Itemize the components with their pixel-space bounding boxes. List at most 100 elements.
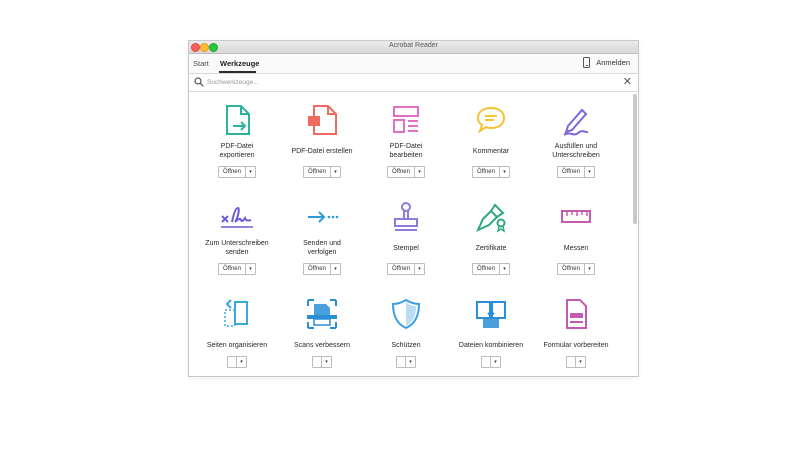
dropdown-arrow-icon[interactable]: ▾ <box>583 264 594 274</box>
enhance-scans-icon <box>307 299 337 329</box>
close-icon[interactable]: ✕ <box>623 77 632 88</box>
open-tool-button[interactable]: Öffnen ▾ <box>557 263 595 275</box>
open-tool-button-label: Öffnen <box>392 266 410 272</box>
certificate-icon <box>475 203 506 233</box>
dropdown-arrow-icon[interactable]: ▾ <box>413 167 424 177</box>
tool-card[interactable]: Scans verbessern ▾ <box>279 296 365 372</box>
signin-label: Anmelden <box>596 58 630 67</box>
open-tool-button[interactable]: Öffnen ▾ <box>557 166 595 178</box>
tool-card[interactable]: Schützen ▾ <box>363 296 449 372</box>
open-tool-button-label: Öffnen <box>308 169 326 175</box>
tool-label: Zum Unterschreiben senden <box>205 240 269 256</box>
dropdown-arrow-icon[interactable]: ▾ <box>413 264 424 274</box>
combine-files-icon <box>476 301 506 328</box>
tab-bar: Start Werkzeuge Anmelden <box>189 54 638 74</box>
open-tool-button[interactable]: ▾ <box>396 356 416 368</box>
dropdown-arrow-icon[interactable]: ▾ <box>583 167 594 177</box>
dropdown-arrow-icon[interactable]: ▾ <box>329 264 340 274</box>
open-tool-button-label: Öffnen <box>223 266 241 272</box>
tool-label: Senden und verfolgen <box>303 240 341 256</box>
phone-icon <box>583 57 591 68</box>
open-tool-button[interactable]: ▾ <box>227 356 247 368</box>
tool-card[interactable]: Zertifikate Öffnen ▾ <box>448 199 534 275</box>
dropdown-arrow-icon[interactable]: ▾ <box>236 357 246 367</box>
open-tool-button-label: Öffnen <box>223 169 241 175</box>
tool-card[interactable]: Messen Öffnen ▾ <box>533 199 619 275</box>
send-for-signature-icon <box>221 206 253 228</box>
dropdown-arrow-icon[interactable]: ▾ <box>498 264 509 274</box>
tool-card[interactable]: Zum Unterschreiben senden Öffnen ▾ <box>194 199 280 275</box>
tab-werkzeuge[interactable]: Werkzeuge <box>220 59 259 68</box>
title-bar: Acrobat Reader <box>189 41 638 54</box>
tool-label: Stempel <box>393 244 419 252</box>
tool-card[interactable]: PDF-Datei erstellen Öffnen ▾ <box>279 102 365 178</box>
measure-icon <box>561 210 591 223</box>
comment-icon <box>476 106 506 134</box>
open-tool-button-label <box>482 357 490 367</box>
tool-label: PDF-Datei bearbeiten <box>389 143 423 159</box>
signin-button[interactable]: Anmelden <box>583 57 630 68</box>
tool-label: Schützen <box>391 341 421 349</box>
open-tool-button-label: Öffnen <box>562 169 580 175</box>
open-tool-button-label: Öffnen <box>308 266 326 272</box>
tool-label: Seiten organisieren <box>206 341 268 349</box>
tool-label: Dateien kombinieren <box>458 341 524 349</box>
tool-card[interactable]: Dateien kombinieren ▾ <box>448 296 534 372</box>
stamp-icon <box>394 202 418 231</box>
open-tool-button-label: Öffnen <box>477 266 495 272</box>
dropdown-arrow-icon[interactable]: ▾ <box>405 357 415 367</box>
tool-label: PDF-Datei erstellen <box>291 147 353 155</box>
dropdown-arrow-icon[interactable]: ▾ <box>244 264 255 274</box>
open-tool-button[interactable]: Öffnen ▾ <box>218 166 256 178</box>
open-tool-button[interactable]: Öffnen ▾ <box>472 166 510 178</box>
search-bar: ✕ <box>189 74 638 92</box>
open-tool-button[interactable]: Öffnen ▾ <box>303 166 341 178</box>
scrollbar-thumb[interactable] <box>633 94 637 224</box>
organize-pages-icon <box>224 299 248 327</box>
app-window: Acrobat Reader Start Werkzeuge Anmelden … <box>189 41 638 376</box>
open-tool-button-label: Öffnen <box>562 266 580 272</box>
tool-card[interactable]: Formular vorbereiten ▾ <box>533 296 619 372</box>
open-tool-button[interactable]: ▾ <box>481 356 501 368</box>
tool-label: Formular vorbereiten <box>543 341 609 349</box>
tool-card[interactable]: PDF-Datei bearbeiten Öffnen ▾ <box>363 102 449 178</box>
fill-sign-icon <box>563 108 589 136</box>
open-tool-button-label: Öffnen <box>392 169 410 175</box>
open-tool-button[interactable]: Öffnen ▾ <box>387 166 425 178</box>
tool-label: Kommentar <box>472 147 510 155</box>
open-tool-button[interactable]: Öffnen ▾ <box>387 263 425 275</box>
tool-card[interactable]: Stempel Öffnen ▾ <box>363 199 449 275</box>
tool-card[interactable]: Seiten organisieren ▾ <box>194 296 280 372</box>
create-pdf-icon <box>308 105 337 135</box>
open-tool-button[interactable]: Öffnen ▾ <box>303 263 341 275</box>
tools-grid: PDF-Datei exportieren Öffnen ▾ PDF-Datei er… <box>189 92 632 376</box>
open-tool-button[interactable]: ▾ <box>566 356 586 368</box>
dropdown-arrow-icon[interactable]: ▾ <box>321 357 331 367</box>
dropdown-arrow-icon[interactable]: ▾ <box>498 167 509 177</box>
tool-label: Messen <box>563 244 589 252</box>
open-tool-button-label <box>228 357 236 367</box>
open-tool-button[interactable]: ▾ <box>312 356 332 368</box>
tool-card[interactable]: PDF-Datei exportieren Öffnen ▾ <box>194 102 280 178</box>
protect-icon <box>391 298 421 330</box>
open-tool-button[interactable]: Öffnen ▾ <box>472 263 510 275</box>
dropdown-arrow-icon[interactable]: ▾ <box>244 167 255 177</box>
tool-card[interactable]: Ausfüllen und Unterschreiben Öffnen ▾ <box>533 102 619 178</box>
tool-card[interactable]: Kommentar Öffnen ▾ <box>448 102 534 178</box>
search-icon <box>194 77 204 87</box>
tab-start[interactable]: Start <box>193 59 209 68</box>
tool-label: Scans verbessern <box>293 341 351 349</box>
open-tool-button[interactable]: Öffnen ▾ <box>218 263 256 275</box>
send-track-icon <box>308 211 339 223</box>
open-tool-button-label <box>567 357 575 367</box>
search-input[interactable] <box>207 76 587 88</box>
dropdown-arrow-icon[interactable]: ▾ <box>490 357 500 367</box>
window-title: Acrobat Reader <box>388 42 439 49</box>
dropdown-arrow-icon[interactable]: ▾ <box>329 167 340 177</box>
dropdown-arrow-icon[interactable]: ▾ <box>575 357 585 367</box>
open-tool-button-label <box>397 357 405 367</box>
scrollbar[interactable] <box>633 94 637 374</box>
tool-label: PDF-Datei exportieren <box>219 143 255 159</box>
tool-card[interactable]: Senden und verfolgen Öffnen ▾ <box>279 199 365 275</box>
open-tool-button-label: Öffnen <box>477 169 495 175</box>
